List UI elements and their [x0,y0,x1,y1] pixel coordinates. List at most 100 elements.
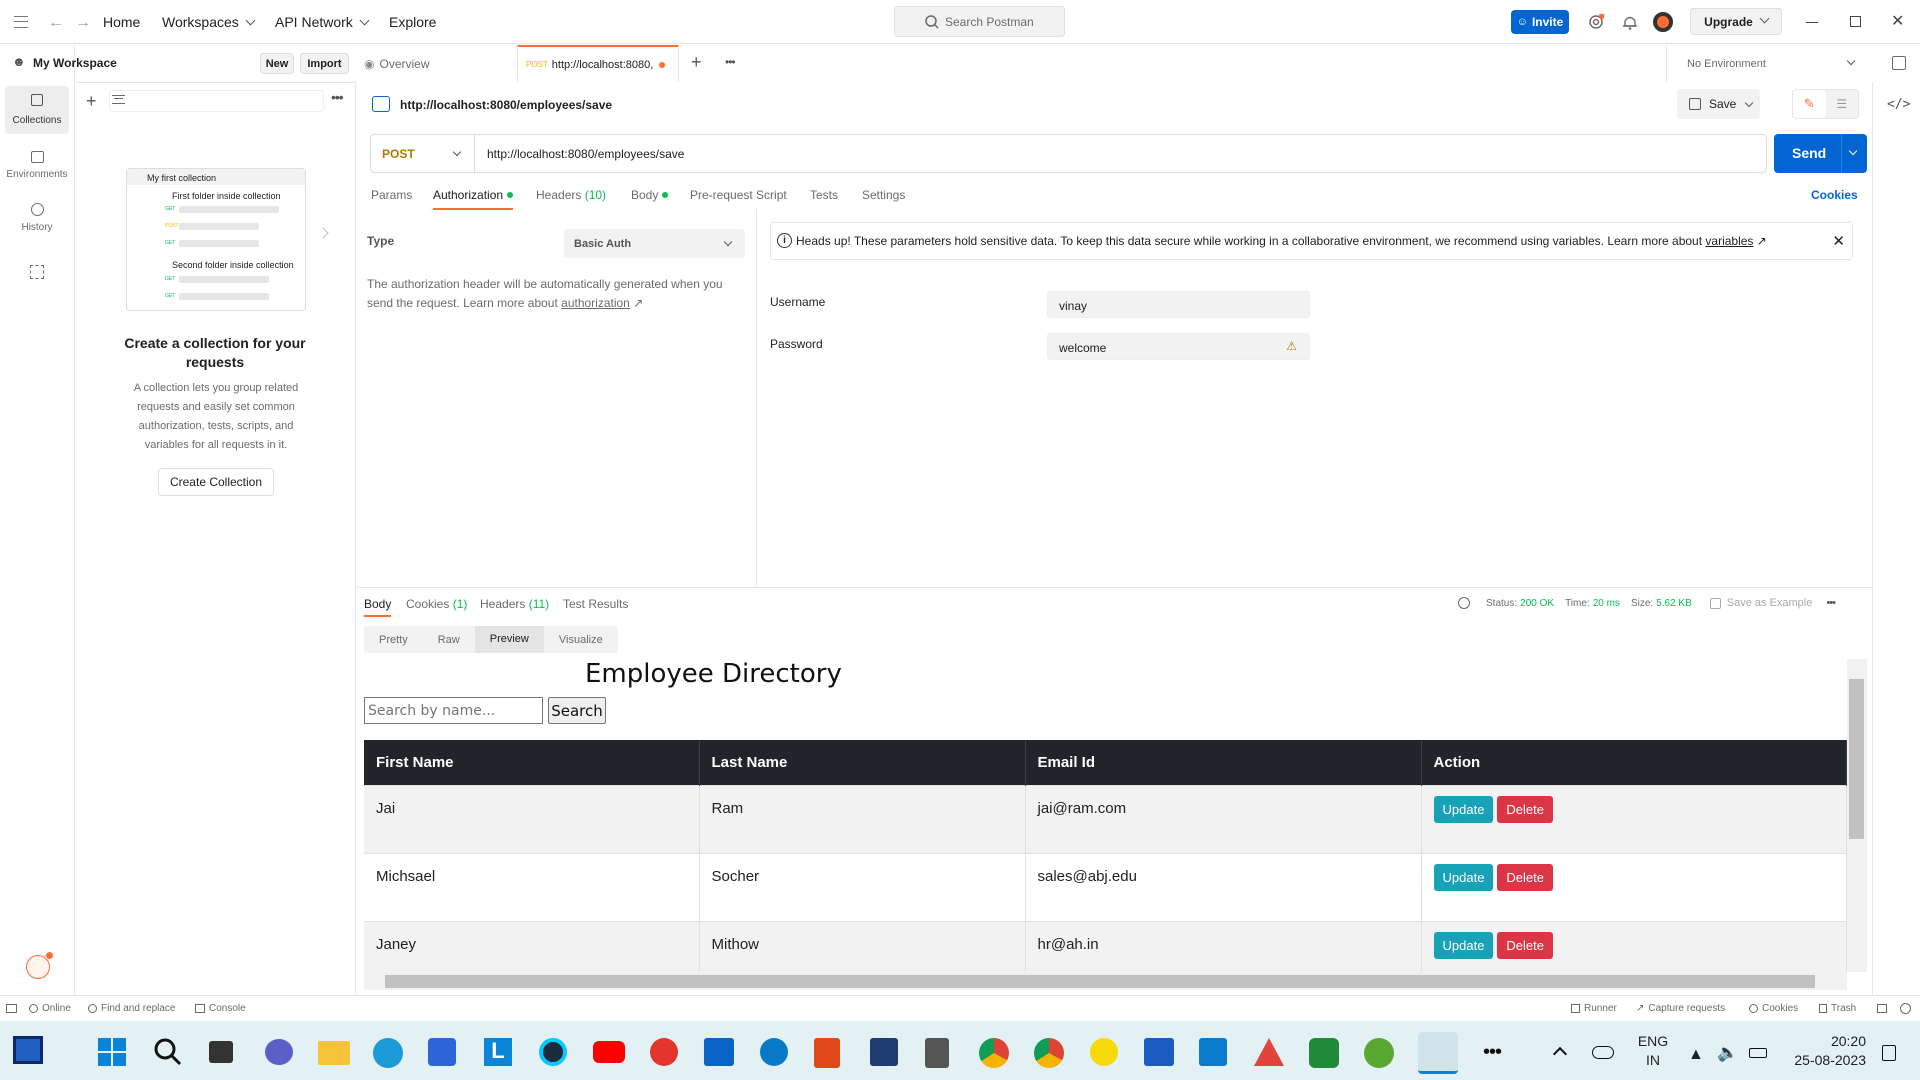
delete-button[interactable]: Delete [1497,931,1553,959]
nav-home[interactable]: Home [103,14,140,30]
back-arrow-icon[interactable]: ← [48,14,64,32]
outlook-icon[interactable] [704,1038,734,1066]
request-title[interactable]: http://localhost:8080/employees/save [400,98,612,112]
view-preview[interactable]: Preview [474,626,544,653]
response-tab-headers[interactable]: Headers (11) [480,597,549,611]
postman-snip-icon[interactable] [1418,1032,1458,1074]
view-raw[interactable]: Raw [423,634,475,646]
auth-type-select[interactable]: Basic Auth [564,229,745,258]
onedrive-icon[interactable] [1592,1046,1614,1059]
global-search[interactable]: Search Postman [894,6,1065,37]
forward-arrow-icon[interactable]: → [75,14,91,32]
todo-icon[interactable] [1090,1038,1118,1066]
tab-tests[interactable]: Tests [810,188,838,202]
tab-authorization[interactable]: Authorization [433,188,514,210]
cookies-link[interactable]: Cookies [1811,188,1858,202]
send-button[interactable]: Send [1774,134,1867,173]
close-notice-icon[interactable]: ✕ [1832,232,1845,250]
spring-icon[interactable] [1364,1038,1394,1068]
update-button[interactable]: Update [1433,795,1494,823]
save-as-example-button[interactable]: Save as Example [1727,597,1813,609]
store-icon[interactable] [428,1038,456,1066]
two-pane-icon[interactable] [1877,1004,1887,1013]
taskbar-more-icon[interactable]: ••• [1483,1041,1502,1064]
cookies-status-button[interactable]: Cookies [1749,1003,1798,1014]
settings-icon[interactable] [1588,14,1604,30]
time-value[interactable]: 20 ms [1593,598,1620,609]
sidebar-item-environments[interactable]: Environments [5,143,69,191]
word-icon[interactable] [1144,1038,1174,1066]
save-button[interactable]: Save [1677,89,1760,119]
comments-icon[interactable]: ☰ [1826,90,1859,118]
avatar[interactable] [1653,12,1673,32]
edit-pencil-icon[interactable]: ✎ [1793,90,1826,118]
find-replace-button[interactable]: Find and replace [88,1003,176,1014]
more-options-icon[interactable]: ••• [331,89,344,105]
clock-date[interactable]: 25-08-2023 [1776,1052,1866,1068]
runner-button[interactable]: Runner [1571,1003,1617,1014]
view-visualize[interactable]: Visualize [544,634,618,646]
app-triangle-icon[interactable] [1254,1038,1284,1066]
taskbar-search-icon[interactable] [154,1038,182,1066]
help-status-icon[interactable] [1900,1003,1911,1014]
vscode-icon[interactable] [1199,1038,1227,1066]
collection-search-input[interactable] [109,90,324,112]
send-options-chevron-icon[interactable] [1848,146,1858,156]
app-green-icon[interactable] [1309,1038,1339,1068]
tray-chevron-up-icon[interactable] [1552,1046,1568,1062]
username-field[interactable]: vinay [1047,291,1310,318]
capture-requests-button[interactable]: ↗ Capture requests [1636,1003,1725,1014]
trash-button[interactable]: Trash [1819,1003,1856,1014]
lang-en[interactable]: ENG [1636,1033,1670,1049]
battery-icon[interactable] [1749,1048,1767,1058]
update-button[interactable]: Update [1433,931,1494,959]
notification-bell-icon[interactable] [1623,14,1637,30]
nav-workspaces[interactable]: Workspaces [162,14,254,30]
preview-search-input[interactable]: Search by name... [364,697,543,724]
restore-icon[interactable] [1850,16,1861,27]
calculator-icon[interactable] [925,1038,949,1068]
horizontal-scrollbar[interactable] [364,972,1847,990]
start-windows-icon[interactable] [98,1038,126,1066]
nav-api-network[interactable]: API Network [275,14,368,30]
file-explorer-icon[interactable] [318,1041,350,1065]
online-status[interactable]: Online [29,1003,71,1014]
tab-prerequest-script[interactable]: Pre-request Script [690,188,787,202]
menu-icon[interactable] [14,16,28,28]
clock-time[interactable]: 20:20 [1786,1033,1866,1049]
sidebar-item-history[interactable]: History [5,197,69,245]
status-value[interactable]: 200 OK [1520,598,1554,609]
tab-body[interactable]: Body [631,188,669,202]
size-value[interactable]: 5.62 KB [1656,598,1692,609]
new-button[interactable]: New [260,53,294,74]
app-red-icon[interactable] [650,1038,678,1066]
chevron-right-icon[interactable] [317,227,329,239]
preview-search-button[interactable]: Search [548,697,606,724]
save-options-chevron-icon[interactable] [1744,98,1754,108]
edge-icon[interactable] [373,1038,403,1068]
workspace-name[interactable]: My Workspace [33,56,117,70]
teams-chat-icon[interactable] [265,1039,293,1065]
widgets-icon[interactable] [13,1036,43,1064]
url-input[interactable]: http://localhost:8080/employees/save [487,147,684,161]
configure-sidebar-icon[interactable] [30,265,44,279]
chrome-icon[interactable] [979,1038,1009,1068]
response-tab-cookies[interactable]: Cookies (1) [406,597,467,611]
office-icon[interactable] [814,1038,840,1068]
close-window-icon[interactable]: ✕ [1891,11,1904,31]
variables-link[interactable]: variables [1705,234,1753,248]
view-pretty[interactable]: Pretty [364,634,423,646]
response-tab-body[interactable]: Body [364,597,392,617]
tab-settings[interactable]: Settings [862,188,905,202]
volume-icon[interactable]: 🔈 [1717,1043,1738,1063]
add-collection-icon[interactable]: + [86,91,97,112]
code-snippet-icon[interactable]: </> [1887,97,1910,112]
new-tab-icon[interactable]: + [691,52,702,73]
wifi-icon[interactable]: ▲ [1688,1046,1704,1064]
response-options-icon[interactable]: ••• [1826,597,1836,609]
toggle-sidebar-icon[interactable] [6,1004,17,1013]
help-icon[interactable] [26,952,53,979]
import-button[interactable]: Import [300,53,349,74]
response-tab-test-results[interactable]: Test Results [563,597,628,611]
sidebar-item-collections[interactable]: Collections [5,86,69,134]
